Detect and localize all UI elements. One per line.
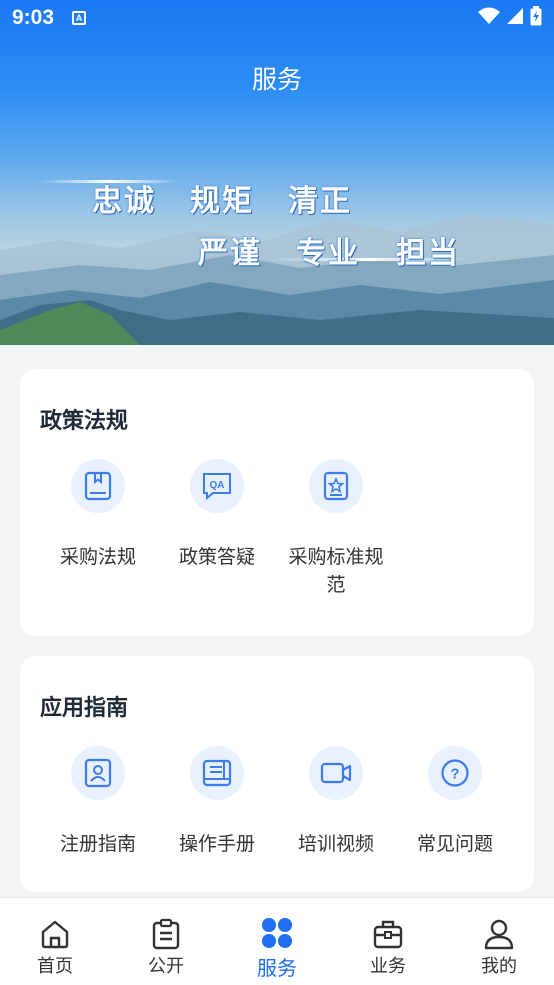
book-icon xyxy=(71,459,125,513)
qa-icon: QA xyxy=(190,459,244,513)
contact-icon xyxy=(71,746,125,800)
status-bar: 9:03 A xyxy=(0,0,554,40)
slogan-word: 担当 xyxy=(396,236,460,271)
slogan-word: 规矩 xyxy=(190,184,254,219)
policy-regulations-card: 政策法规 采购法规 QA 政策答疑 采购标准规范 xyxy=(20,369,534,636)
question-icon: ? xyxy=(428,746,482,800)
operation-manual-button[interactable]: 操作手册 xyxy=(162,746,272,858)
battery-icon xyxy=(530,6,542,26)
home-icon xyxy=(41,920,69,949)
hero-banner: 忠诚 规矩 清正 严谨 专业 担当 xyxy=(0,0,554,345)
user-icon xyxy=(484,919,514,950)
item-label: 政策答疑 xyxy=(178,546,255,568)
tab-home[interactable]: 首页 xyxy=(0,898,110,978)
tab-profile[interactable]: 我的 xyxy=(444,898,554,978)
page-title: 服务 xyxy=(251,65,302,94)
tab-services[interactable]: 服务 xyxy=(222,898,332,981)
briefcase-icon xyxy=(373,920,403,949)
slogan-word: 清正 xyxy=(288,184,352,219)
app-guide-card: 应用指南 注册指南 操作手册 培训视频 ? 常见问题 xyxy=(20,656,534,892)
item-label: 注册指南 xyxy=(59,833,136,855)
faq-button[interactable]: ? 常见问题 xyxy=(400,746,510,858)
policy-qa-button[interactable]: QA 政策答疑 xyxy=(162,459,272,571)
badge-star-icon xyxy=(309,459,363,513)
signal-icon xyxy=(507,8,523,24)
wifi-icon xyxy=(478,7,500,24)
procurement-standards-button[interactable]: 采购标准规范 xyxy=(281,459,391,599)
tab-label: 业务 xyxy=(370,956,406,977)
training-video-button[interactable]: 培训视频 xyxy=(281,746,391,858)
svg-text:?: ? xyxy=(450,766,459,783)
tab-label: 我的 xyxy=(481,956,517,977)
svg-text:QA: QA xyxy=(210,480,225,491)
notification-icon: A xyxy=(72,11,86,25)
item-label: 采购标准规范 xyxy=(288,546,384,596)
slogan-word: 忠诚 xyxy=(92,184,156,219)
tab-public[interactable]: 公开 xyxy=(111,898,221,978)
item-label: 常见问题 xyxy=(416,833,493,855)
manual-icon xyxy=(190,746,244,800)
procurement-regulations-button[interactable]: 采购法规 xyxy=(43,459,153,571)
section-title: 政策法规 xyxy=(40,409,129,434)
item-label: 培训视频 xyxy=(297,833,374,855)
slogan-word: 严谨 xyxy=(198,236,262,271)
services-grid-icon xyxy=(262,918,292,948)
slogan-word: 专业 xyxy=(296,236,360,271)
section-title: 应用指南 xyxy=(40,696,129,721)
tab-label: 公开 xyxy=(148,956,184,977)
video-icon xyxy=(309,746,363,800)
tab-business[interactable]: 业务 xyxy=(333,898,443,978)
clipboard-icon xyxy=(152,918,180,950)
tab-label: 首页 xyxy=(37,956,73,977)
item-label: 采购法规 xyxy=(59,546,136,568)
registration-guide-button[interactable]: 注册指南 xyxy=(43,746,153,858)
tab-label: 服务 xyxy=(257,956,297,980)
status-time: 9:03 xyxy=(12,6,55,29)
item-label: 操作手册 xyxy=(178,833,255,855)
bottom-tab-bar: 首页 公开 服务 业务 我的 xyxy=(0,897,554,985)
